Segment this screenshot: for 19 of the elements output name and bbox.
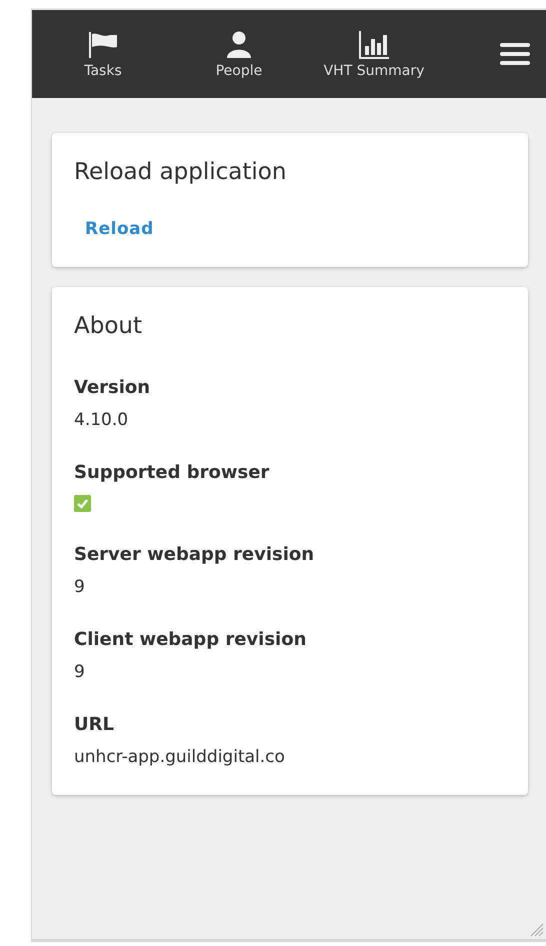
card-title: Reload application	[74, 159, 288, 185]
field-value: 4.10.0	[74, 410, 130, 430]
resize-handle-icon[interactable]	[530, 923, 544, 937]
card-title: About	[74, 313, 144, 339]
field-label: Supported browser	[74, 462, 270, 483]
flag-icon	[86, 30, 120, 60]
nav-tab[interactable]: Tasks	[32, 30, 174, 78]
field-label: Client webapp revision	[74, 629, 308, 650]
reload-link[interactable]: Reload	[85, 219, 154, 239]
field-label: Version	[74, 377, 152, 398]
bar-chart-icon	[357, 30, 391, 60]
field-value: unhcr-app.guilddigital.co	[74, 747, 286, 767]
field-value: 9	[74, 662, 86, 682]
field-label: URL	[74, 714, 115, 735]
field-value: 9	[74, 577, 86, 597]
menu-icon[interactable]	[500, 42, 530, 66]
field-label: Server webapp revision	[74, 544, 316, 565]
nav-tab[interactable]: People	[174, 30, 304, 78]
nav-tab[interactable]: VHT Summary	[304, 30, 444, 78]
